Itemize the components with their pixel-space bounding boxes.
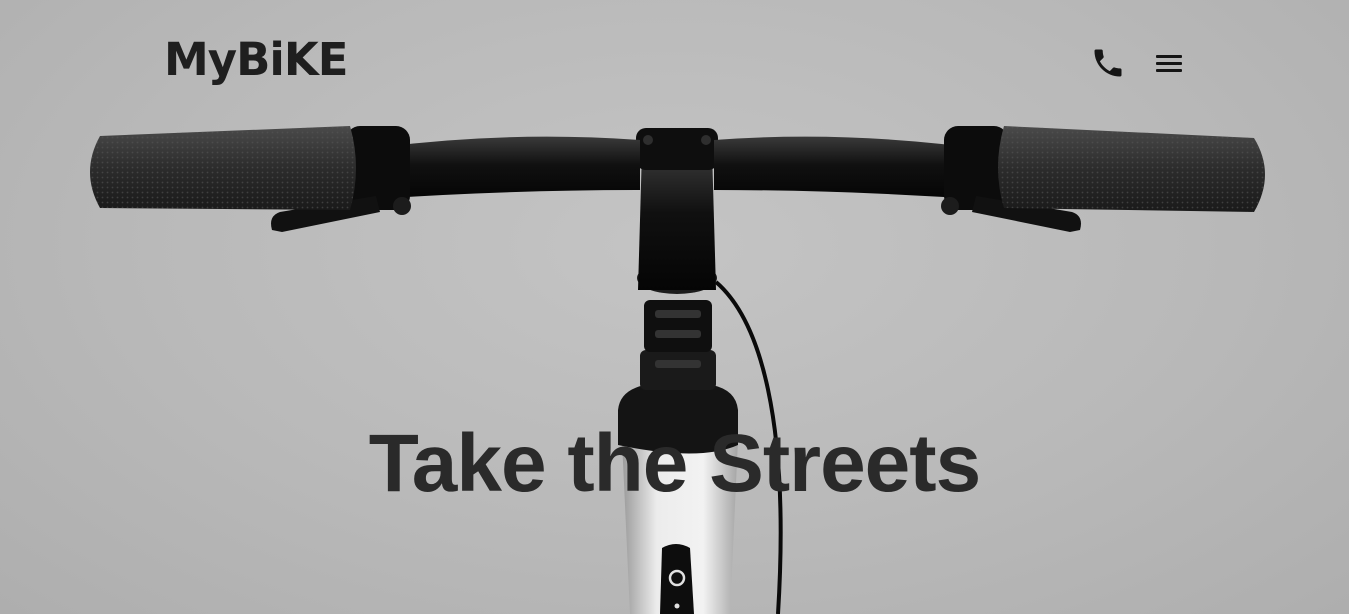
site-header: MyBiKE xyxy=(0,0,1349,120)
right-grip xyxy=(998,126,1265,212)
menu-button[interactable] xyxy=(1150,45,1188,81)
phone-icon xyxy=(1094,49,1122,77)
bike-stem xyxy=(636,128,718,290)
hamburger-menu-icon xyxy=(1156,55,1182,72)
brand-logo[interactable]: MyBiKE xyxy=(164,30,348,90)
hero-title: Take the Streets xyxy=(368,418,981,509)
phone-button[interactable] xyxy=(1088,43,1128,83)
left-grip xyxy=(90,126,356,210)
